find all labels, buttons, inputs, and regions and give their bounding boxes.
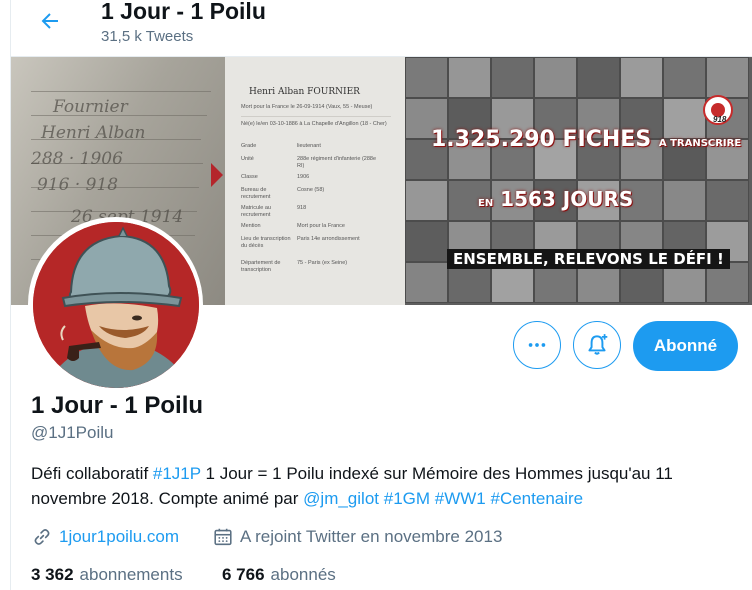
back-button[interactable] <box>33 4 67 38</box>
followers-stat[interactable]: 6 766 abonnés <box>222 565 336 585</box>
following-count: 3 362 <box>31 565 74 584</box>
website-link[interactable]: 1jour1poilu.com <box>59 527 179 547</box>
profile-website[interactable]: 1jour1poilu.com <box>31 526 179 548</box>
header-title: 1 Jour - 1 Poilu <box>101 0 266 24</box>
record-death: Mort pour la France le 26-09-1914 (Vaux,… <box>241 104 373 110</box>
following-label: abonnements <box>79 565 183 584</box>
record-field-value: 918 <box>297 205 307 211</box>
followers-count: 6 766 <box>222 565 265 584</box>
notifications-button[interactable] <box>573 321 621 369</box>
record-field-value: Paris 14e arrondissement <box>297 236 360 242</box>
record-field-label: Lieu de transcription du décès <box>241 236 291 250</box>
banner-headline-1: 1.325.290 FICHES A TRANSCRIRE <box>431 127 741 152</box>
more-horizontal-icon <box>528 343 546 347</box>
record-field-label: Département de transcription <box>241 260 281 274</box>
profile-handle: @1J1Poilu <box>31 423 114 442</box>
record-field-value: lieutenant <box>297 143 321 149</box>
arrow-left-icon <box>41 13 58 29</box>
banner-days-count: 1563 JOURS <box>500 187 634 211</box>
link-icon <box>34 529 50 545</box>
more-options-button[interactable] <box>513 321 561 369</box>
record-field-value: 75 - Paris (ex Seine) <box>297 260 348 266</box>
record-field-label: Unité <box>241 156 254 162</box>
bio-text: Défi collaboratif <box>31 464 153 483</box>
banner-fiches-count: 1.325.290 FICHES <box>431 127 652 152</box>
avatar-image <box>32 221 199 388</box>
banner-days-prefix: EN <box>478 198 494 209</box>
mention-link[interactable]: @jm_gilot <box>303 489 379 508</box>
banner-fiches-label: A TRANSCRIRE <box>658 138 742 149</box>
record-field-value: Mort pour la France <box>297 223 345 229</box>
avatar[interactable] <box>28 217 203 392</box>
banner-record-card: Henri Alban FOURNIER Mort pour la France… <box>225 57 405 305</box>
hashtag-link[interactable]: #1GM <box>384 489 430 508</box>
banner-play-arrow <box>211 163 223 187</box>
record-field-value: 288e régiment d'infanterie (288e RI) <box>297 156 377 170</box>
record-field-value: Cosne (58) <box>297 187 325 193</box>
record-field-label: Matricule au recrutement <box>241 205 271 219</box>
record-field-label: Bureau de recrutement <box>241 187 271 201</box>
profile-name: 1 Jour - 1 Poilu <box>31 392 204 419</box>
record-field-label: Grade <box>241 143 257 149</box>
calendar-icon <box>214 528 232 546</box>
profile-bio: Défi collaboratif #1J1P 1 Jour = 1 Poilu… <box>31 461 731 511</box>
following-button[interactable]: Abonné <box>633 321 738 371</box>
record-field-label: Mention <box>241 223 261 229</box>
banner-headline-3: ENSEMBLE, RELEVONS LE DÉFI ! <box>447 249 730 269</box>
profile-header: 1 Jour - 1 Poilu 31,5 k Tweets <box>11 0 752 57</box>
record-name: Henri Alban FOURNIER <box>249 87 360 97</box>
hashtag-link[interactable]: #1J1P <box>153 464 201 483</box>
hashtag-link[interactable]: #WW1 <box>435 489 486 508</box>
banner-headline-2: EN 1563 JOURS <box>478 187 633 211</box>
profile-join-date: A rejoint Twitter en novembre 2013 <box>212 526 502 548</box>
record-birth: Né(e) le/en 03-10-1886 à La Chapelle d'A… <box>241 121 387 127</box>
record-field-label: Classe <box>241 174 258 180</box>
tweet-count: 31,5 k Tweets <box>101 28 194 45</box>
record-field-value: 1906 <box>297 174 310 180</box>
logo-year: 918 <box>713 115 727 124</box>
join-date-text: A rejoint Twitter en novembre 2013 <box>240 527 503 546</box>
followers-label: abonnés <box>270 565 336 584</box>
hashtag-link[interactable]: #Centenaire <box>491 489 584 508</box>
bell-plus-icon <box>588 334 608 355</box>
following-stat[interactable]: 3 362 abonnements <box>31 565 183 585</box>
